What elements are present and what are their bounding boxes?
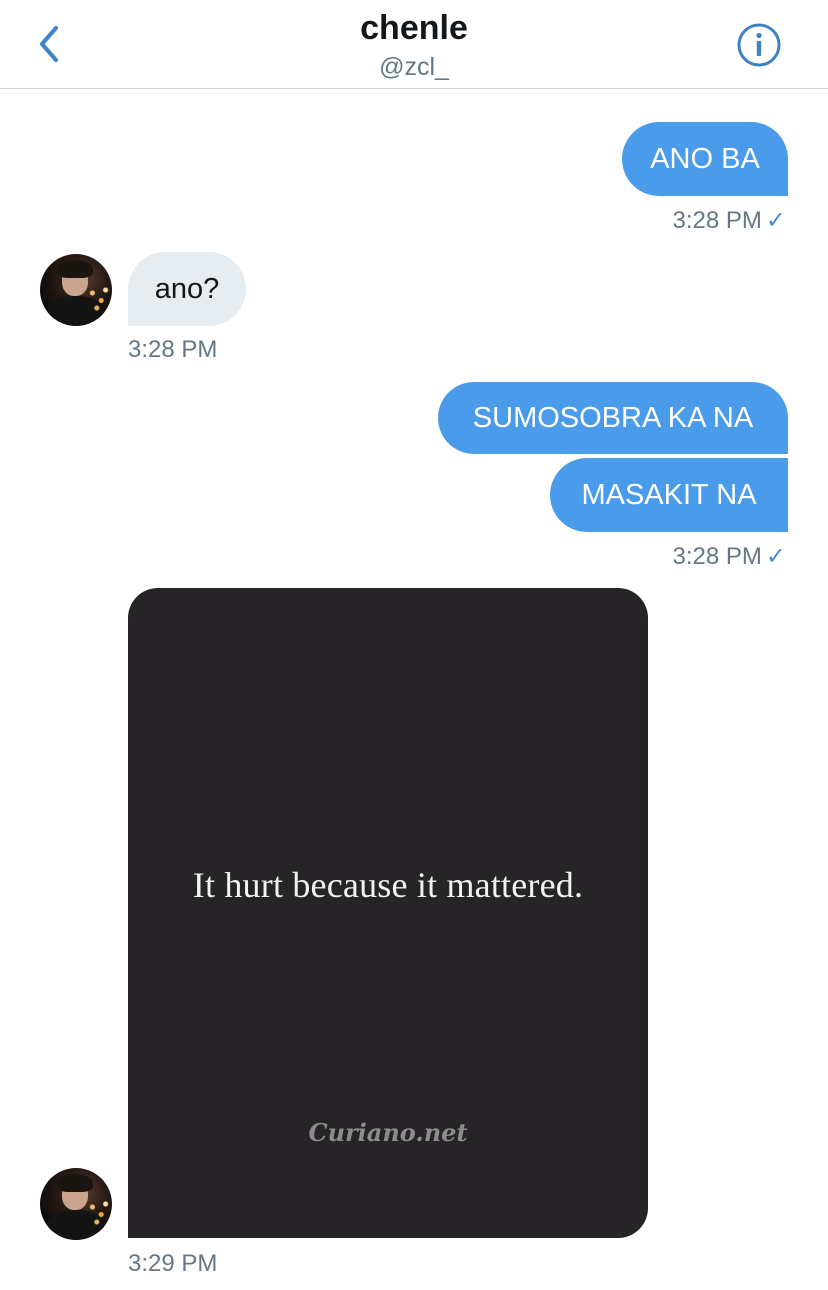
avatar[interactable] (40, 1168, 112, 1240)
message-timestamp: 3:28 PM ✓ (673, 542, 787, 571)
avatar[interactable] (40, 254, 112, 326)
conversation-handle[interactable]: @zcl_ (0, 53, 828, 82)
dm-conversation-screen: chenle @zcl_ ANO BA 3:28 PM ✓ ano? 3:28 P… (0, 0, 828, 1290)
image-quote-text: It hurt because it mattered. (192, 865, 584, 905)
message-bubble-sent[interactable]: SUMOSOBRA KA NA (438, 382, 788, 454)
info-button[interactable] (736, 22, 782, 68)
timestamp-text: 3:28 PM (672, 207, 762, 234)
message-timestamp: 3:28 PM ✓ (673, 206, 787, 235)
conversation-header: chenle @zcl_ (0, 0, 828, 89)
timestamp-text: 3:28 PM (128, 336, 218, 363)
message-bubble-sent[interactable]: ANO BA (622, 122, 788, 196)
read-check-icon: ✓ (765, 207, 786, 234)
image-message[interactable]: It hurt because it mattered. Curiano.net (128, 588, 648, 1238)
timestamp-text: 3:28 PM (672, 543, 762, 570)
conversation-title[interactable]: chenle (0, 9, 828, 48)
info-icon (737, 23, 781, 67)
message-timestamp: 3:28 PM (128, 336, 217, 364)
message-bubble-received[interactable]: ano? (128, 252, 246, 326)
timestamp-text: 3:29 PM (128, 1250, 218, 1277)
message-bubble-sent[interactable]: MASAKIT NA (550, 458, 788, 532)
message-timestamp: 3:29 PM (128, 1250, 217, 1278)
read-check-icon: ✓ (765, 543, 786, 570)
image-watermark: Curiano.net (308, 1118, 468, 1147)
